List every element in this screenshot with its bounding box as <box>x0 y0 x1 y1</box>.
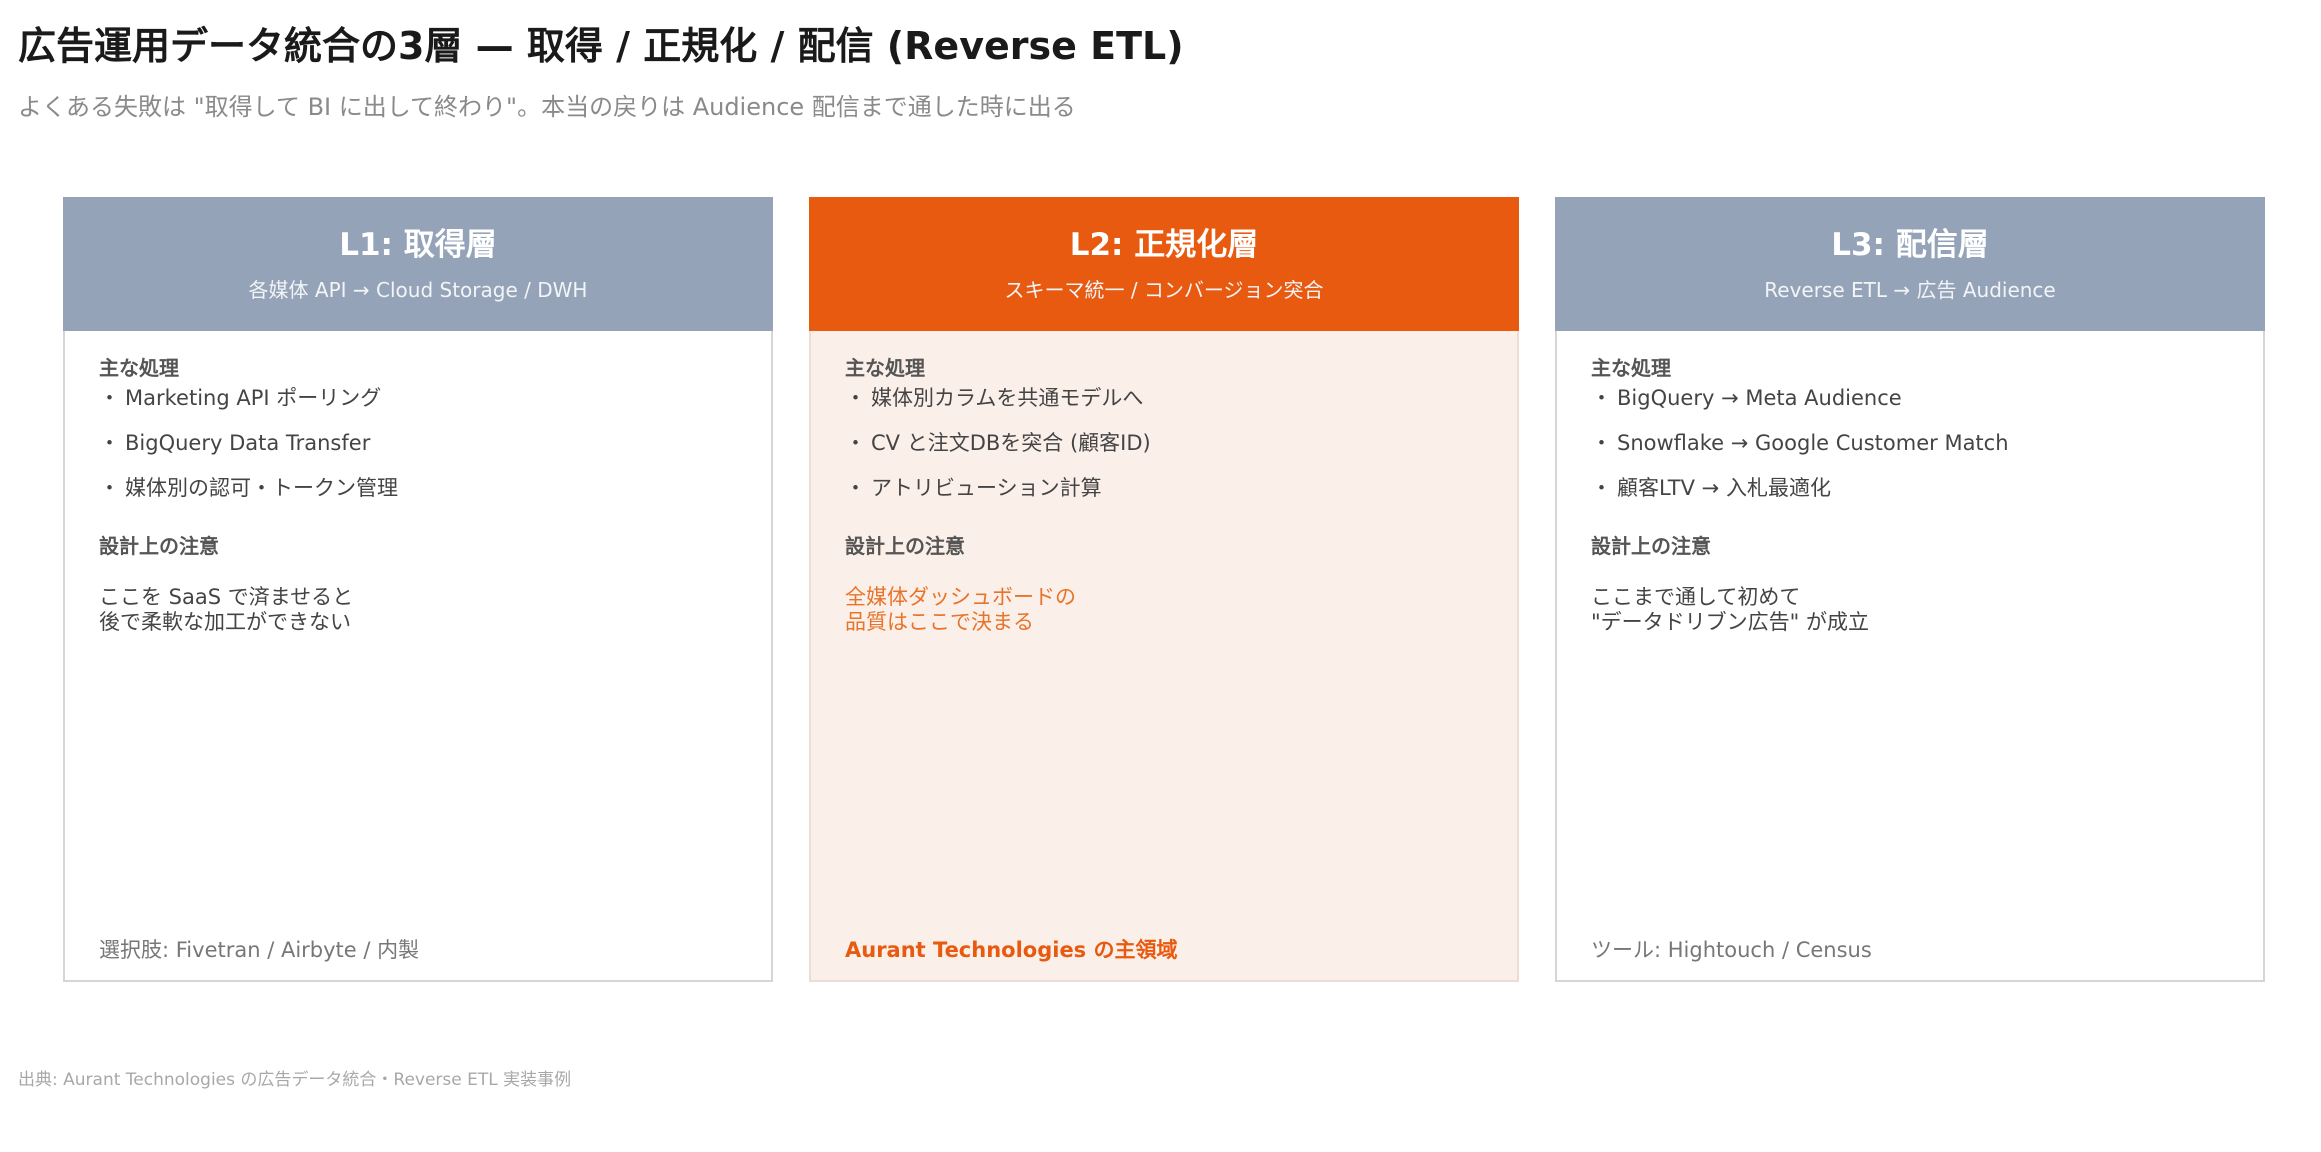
layer-header: L1: 取得層 各媒体 API → Cloud Storage / DWH <box>63 197 773 331</box>
layer-footer: 選択肢: Fivetran / Airbyte / 内製 <box>99 938 420 962</box>
notes-label: 設計上の注意 <box>1591 534 1711 558</box>
layer-subtitle: スキーマ統一 / コンバージョン突合 <box>1004 278 1324 303</box>
list-item-text: Marketing API ポーリング <box>125 386 382 410</box>
list-item-text: 媒体別の認可・トークン管理 <box>125 476 398 500</box>
process-label: 主な処理 <box>99 356 179 380</box>
design-note: ここまで通して初めて "データドリブン広告" が成立 <box>1591 585 1869 635</box>
list-item-text: CV と注文DBを突合 (顧客ID) <box>871 431 1151 455</box>
layer-title: L1: 取得層 <box>339 227 497 263</box>
bullet-icon: ・ <box>845 431 866 455</box>
design-note: 全媒体ダッシュボードの 品質はここで決まる <box>845 585 1076 635</box>
list-item-text: アトリビューション計算 <box>871 476 1102 500</box>
notes-label: 設計上の注意 <box>99 534 219 558</box>
bullet-icon: ・ <box>845 386 866 410</box>
process-list: ・媒体別カラムを共通モデルへ ・ CV と注文DBを突合 (顧客ID) ・アトリビ… <box>845 385 1483 520</box>
layer-card-l2: L2: 正規化層 スキーマ統一 / コンバージョン突合 主な処理 ・媒体別カラム… <box>809 197 1519 982</box>
layer-card-l1: L1: 取得層 各媒体 API → Cloud Storage / DWH 主な… <box>63 197 773 982</box>
list-item: ・媒体別の認可・トークン管理 <box>99 475 737 520</box>
design-note: ここを SaaS で済ませると 後で柔軟な加工ができない <box>99 585 354 635</box>
bullet-icon: ・ <box>1591 386 1612 410</box>
layer-header: L3: 配信層 Reverse ETL → 広告 Audience <box>1555 197 2265 331</box>
list-item-text: 媒体別カラムを共通モデルへ <box>871 386 1144 410</box>
process-label: 主な処理 <box>845 356 925 380</box>
list-item-text: BigQuery → Meta Audience <box>1617 386 1902 410</box>
process-list: ・ Marketing API ポーリング ・ BigQuery Data Tran… <box>99 385 737 520</box>
list-item: ・ BigQuery → Meta Audience <box>1591 385 2229 430</box>
layer-footer: Aurant Technologies の主領域 <box>845 938 1178 962</box>
list-item: ・アトリビューション計算 <box>845 475 1483 520</box>
list-item: ・ Marketing API ポーリング <box>99 385 737 430</box>
layer-footer: ツール: Hightouch / Census <box>1591 938 1872 962</box>
layer-columns: L1: 取得層 各媒体 API → Cloud Storage / DWH 主な… <box>63 197 2265 982</box>
list-item: ・ Snowflake → Google Customer Match <box>1591 430 2229 475</box>
process-list: ・ BigQuery → Meta Audience ・ Snowflake → G… <box>1591 385 2229 520</box>
source-note: 出典: Aurant Technologies の広告データ統合・Reverse… <box>18 1070 572 1090</box>
layer-body: 主な処理 ・ BigQuery → Meta Audience ・ Snowflak… <box>1557 331 2263 635</box>
bullet-icon: ・ <box>99 476 120 500</box>
layer-card-l3: L3: 配信層 Reverse ETL → 広告 Audience 主な処理 ・… <box>1555 197 2265 982</box>
list-item: ・ BigQuery Data Transfer <box>99 430 737 475</box>
list-item: ・顧客LTV → 入札最適化 <box>1591 475 2229 520</box>
list-item-text: 顧客LTV → 入札最適化 <box>1617 476 1831 500</box>
layer-subtitle: Reverse ETL → 広告 Audience <box>1764 278 2056 303</box>
page-subtitle: よくある失敗は "取得して BI に出して終わり"。本当の戻りは Audienc… <box>18 93 1076 121</box>
bullet-icon: ・ <box>1591 476 1612 500</box>
layer-subtitle: 各媒体 API → Cloud Storage / DWH <box>248 278 588 303</box>
list-item: ・媒体別カラムを共通モデルへ <box>845 385 1483 430</box>
process-label: 主な処理 <box>1591 356 1671 380</box>
bullet-icon: ・ <box>99 386 120 410</box>
layer-title: L2: 正規化層 <box>1069 227 1259 263</box>
bullet-icon: ・ <box>845 476 866 500</box>
bullet-icon: ・ <box>99 431 120 455</box>
layer-title: L3: 配信層 <box>1831 227 1989 263</box>
page-title: 広告運用データ統合の3層 — 取得 / 正規化 / 配信 (Reverse ET… <box>18 24 1184 68</box>
list-item-text: Snowflake → Google Customer Match <box>1617 431 2009 455</box>
bullet-icon: ・ <box>1591 431 1612 455</box>
notes-label: 設計上の注意 <box>845 534 965 558</box>
layer-header: L2: 正規化層 スキーマ統一 / コンバージョン突合 <box>809 197 1519 331</box>
list-item-text: BigQuery Data Transfer <box>125 431 371 455</box>
layer-body: 主な処理 ・ Marketing API ポーリング ・ BigQuery Data… <box>65 331 771 635</box>
list-item: ・ CV と注文DBを突合 (顧客ID) <box>845 430 1483 475</box>
layer-body: 主な処理 ・媒体別カラムを共通モデルへ ・ CV と注文DBを突合 (顧客ID) … <box>811 331 1517 635</box>
